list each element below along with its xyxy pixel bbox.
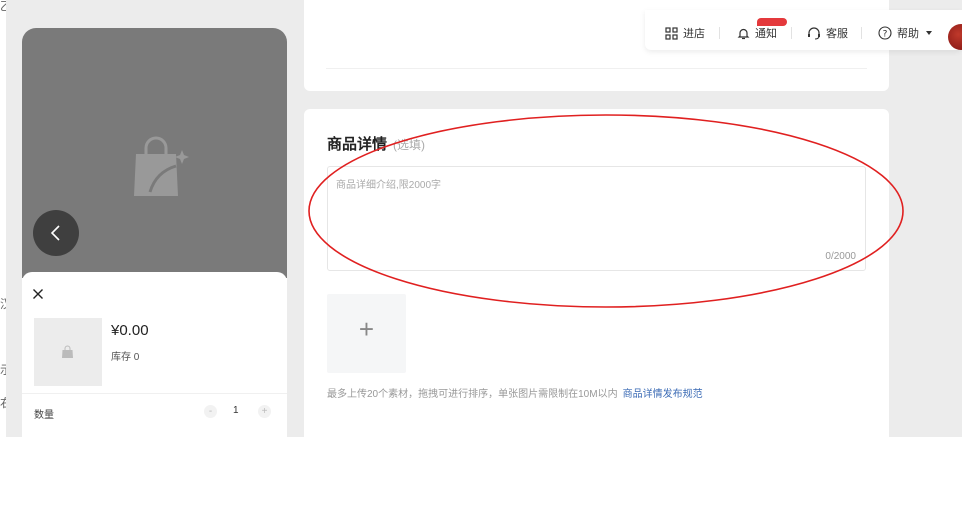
back-arrow-icon	[50, 225, 60, 241]
quantity-plus-button[interactable]: +	[258, 405, 271, 418]
edge-stub-2: 汉	[0, 298, 6, 310]
edge-stub-3: 示	[0, 364, 6, 376]
plus-icon: +	[358, 314, 375, 344]
headset-icon	[808, 26, 820, 39]
notice-badge	[757, 18, 787, 26]
svg-text:?: ?	[883, 30, 888, 40]
sku-sheet: ¥0.00 库存 0 数量 - 1 +	[22, 272, 287, 437]
product-image-placeholder	[22, 28, 287, 278]
back-button[interactable]	[33, 210, 79, 256]
page: 乙 汉 示 右 进店 通知	[0, 0, 962, 510]
divider	[22, 393, 287, 394]
edge-stub-1: 乙	[0, 0, 6, 12]
top-navigation: 进店 通知 客服 ? 帮助	[645, 10, 962, 50]
sku-thumbnail	[34, 318, 102, 386]
sku-price: ¥0.00	[111, 322, 149, 339]
nav-divider	[719, 27, 720, 39]
chevron-down-icon	[926, 31, 932, 35]
nav-help-label: 帮助	[897, 28, 919, 40]
help-icon: ?	[878, 26, 892, 40]
shopping-bag-icon	[134, 136, 189, 196]
mobile-preview: ¥0.00 库存 0 数量 - 1 +	[22, 28, 287, 437]
nav-service-label: 客服	[826, 28, 848, 40]
bell-icon	[737, 28, 750, 39]
quantity-value: 1	[233, 405, 239, 416]
divider	[326, 68, 867, 69]
nav-store-label: 进店	[683, 28, 705, 40]
nav-service[interactable]: 客服	[807, 25, 848, 41]
nav-notice-label: 通知	[755, 28, 777, 40]
store-icon	[665, 26, 678, 40]
nav-divider	[791, 27, 792, 39]
nav-notice[interactable]: 通知	[737, 25, 777, 41]
edge-stub-4: 右	[0, 397, 6, 409]
nav-divider	[861, 27, 862, 39]
rules-link[interactable]: 商品详情发布规范	[623, 389, 703, 400]
nav-help[interactable]: ? 帮助	[878, 25, 939, 41]
sku-stock: 库存 0	[111, 352, 140, 363]
quantity-minus-button[interactable]: -	[204, 405, 217, 418]
upload-tip-text: 最多上传20个素材，拖拽可进行排序，单张图片需限制在10M以内	[327, 389, 618, 400]
annotation-ellipse	[308, 114, 904, 308]
close-icon[interactable]	[32, 288, 44, 300]
shopping-bag-icon	[62, 345, 73, 358]
nav-store[interactable]: 进店	[665, 25, 705, 41]
quantity-label: 数量	[34, 410, 54, 421]
upload-tip: 最多上传20个素材，拖拽可进行排序，单张图片需限制在10M以内 商品详情发布规范	[327, 385, 703, 400]
